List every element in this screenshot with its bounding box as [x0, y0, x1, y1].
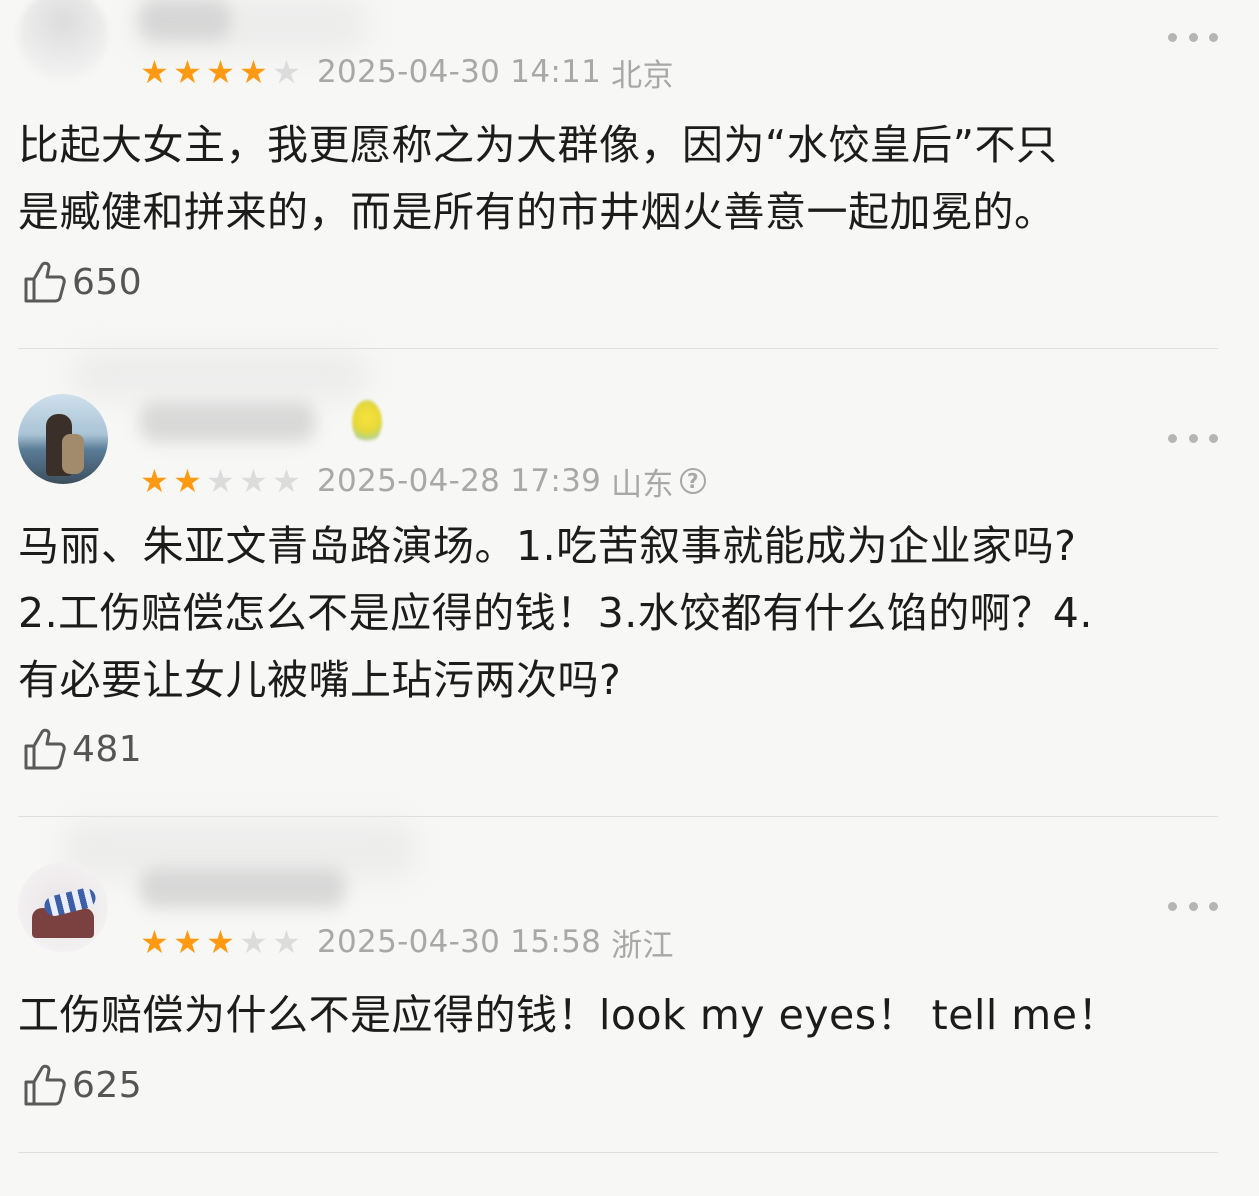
comment-text: 工伤赔偿为什么不是应得的钱！look my eyes！ tell me！ — [18, 991, 1119, 1039]
avatar[interactable] — [18, 862, 108, 952]
more-dots-icon[interactable] — [1168, 31, 1218, 43]
comment-meta: ★ ★ ★ ★ ★ 2025-04-28 17:39 山东 ? — [138, 461, 706, 503]
thumbs-up-icon — [24, 728, 66, 770]
like-button[interactable]: 650 — [22, 257, 142, 307]
star-icon: ★ — [140, 461, 169, 500]
comment-date: 2025-04-30 15:58 — [317, 924, 602, 960]
star-icon: ★ — [173, 52, 202, 91]
star-icon: ★ — [206, 922, 235, 961]
like-count: 481 — [72, 728, 143, 770]
like-button[interactable]: 481 — [22, 724, 142, 774]
star-icon: ★ — [272, 461, 301, 500]
star-icon: ★ — [206, 52, 235, 91]
star-icon: ★ — [140, 922, 169, 961]
user-badge-icon — [352, 400, 382, 444]
like-count: 625 — [72, 1064, 143, 1106]
username-blurred[interactable] — [140, 0, 230, 40]
star-icon: ★ — [239, 461, 268, 500]
divider — [18, 816, 1218, 817]
comment-location: 山东 — [611, 466, 674, 503]
more-dots-icon[interactable] — [1168, 432, 1218, 444]
comment-date: 2025-04-30 14:11 — [317, 54, 602, 90]
username-blurred[interactable] — [140, 402, 315, 442]
star-icon: ★ — [140, 52, 169, 91]
help-circle-icon[interactable]: ? — [679, 468, 706, 494]
star-icon: ★ — [173, 922, 202, 961]
comment-location: 北京 — [611, 57, 674, 94]
comment-meta: ★ ★ ★ ★ ★ 2025-04-30 15:58 浙江 — [138, 922, 674, 964]
avatar[interactable] — [18, 394, 108, 484]
star-icon: ★ — [272, 52, 301, 91]
username-blurred[interactable] — [140, 868, 345, 908]
star-icon: ★ — [239, 52, 268, 91]
comment-text: 马丽、朱亚文青岛路演场。1.吃苦叙事就能成为企业家吗? 2.工伤赔偿怎么不是应得… — [18, 522, 1093, 704]
thumbs-up-icon — [24, 1064, 66, 1106]
avatar[interactable] — [18, 0, 108, 80]
like-count: 650 — [72, 261, 143, 303]
like-button[interactable]: 625 — [22, 1060, 142, 1110]
comment-date: 2025-04-28 17:39 — [317, 463, 602, 499]
star-rating: ★ ★ ★ ★ ★ — [138, 52, 303, 91]
star-rating: ★ ★ ★ ★ ★ — [138, 461, 303, 500]
thumbs-up-icon — [24, 261, 66, 303]
comment-meta: ★ ★ ★ ★ ★ 2025-04-30 14:11 北京 — [138, 52, 674, 94]
blurred-region — [70, 350, 370, 400]
star-rating: ★ ★ ★ ★ ★ — [138, 922, 303, 961]
divider — [18, 1152, 1218, 1153]
star-icon: ★ — [206, 461, 235, 500]
star-icon: ★ — [239, 922, 268, 961]
more-dots-icon[interactable] — [1168, 900, 1218, 912]
comment-text: 比起大女主，我更愿称之为大群像，因为“水饺皇后”不只 是臧健和拼来的，而是所有的… — [18, 121, 1058, 236]
comment-location: 浙江 — [611, 927, 674, 964]
star-icon: ★ — [272, 922, 301, 961]
divider — [18, 348, 1218, 349]
star-icon: ★ — [173, 461, 202, 500]
